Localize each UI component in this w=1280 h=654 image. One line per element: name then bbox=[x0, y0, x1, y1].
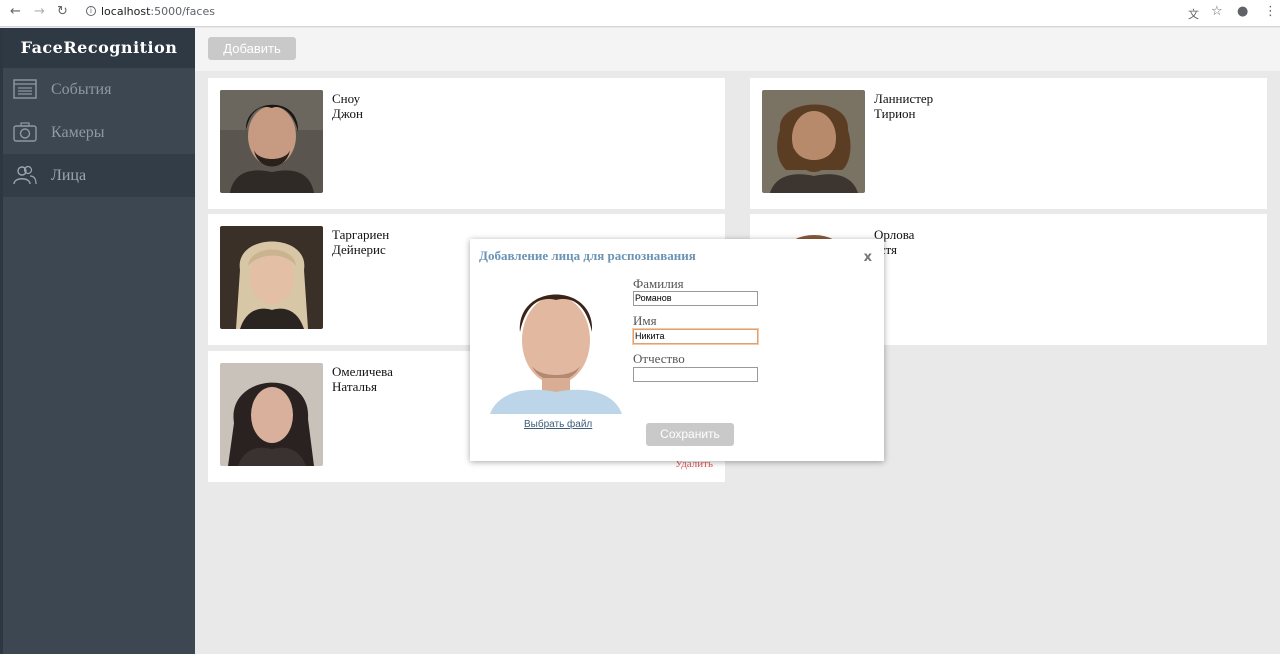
sidebar-item-label: Лица bbox=[51, 167, 87, 184]
account-icon[interactable]: ● bbox=[1237, 4, 1248, 19]
toolbar: Добавить bbox=[195, 28, 1280, 71]
face-name: Дейнерис bbox=[332, 242, 386, 257]
sidebar-item-label: События bbox=[51, 81, 112, 98]
back-icon[interactable]: ← bbox=[10, 4, 21, 19]
brand-logo[interactable]: FaceRecognition bbox=[3, 28, 195, 68]
add-face-button[interactable]: Добавить bbox=[208, 37, 296, 60]
url-path: :5000/faces bbox=[150, 5, 215, 18]
name-field[interactable]: Никита bbox=[633, 329, 758, 344]
face-photo bbox=[220, 226, 323, 329]
people-icon bbox=[13, 165, 37, 185]
face-surname: Сноу bbox=[332, 91, 361, 106]
choose-file-link[interactable]: Выбрать файл bbox=[524, 419, 592, 430]
face-card: Сноу Джон bbox=[208, 78, 725, 209]
sidebar-item-cameras[interactable]: Камеры bbox=[3, 111, 195, 154]
face-name: Наталья bbox=[332, 379, 377, 394]
patronymic-label: Отчество bbox=[633, 351, 685, 366]
patronymic-field[interactable] bbox=[633, 367, 758, 382]
face-card: Ланнистер Тирион bbox=[750, 78, 1267, 209]
more-icon[interactable]: ⋮ bbox=[1264, 4, 1277, 19]
name-label: Имя bbox=[633, 313, 657, 328]
reload-icon[interactable]: ↻ bbox=[57, 4, 68, 19]
add-face-dialog: Добавление лица для распознавания x Выбр… bbox=[470, 239, 884, 461]
site-info-icon[interactable]: i bbox=[86, 6, 96, 16]
save-button[interactable]: Сохранить bbox=[646, 423, 734, 446]
face-names: Ланнистер Тирион bbox=[874, 91, 933, 121]
sidebar-item-label: Камеры bbox=[51, 124, 105, 141]
star-icon[interactable]: ☆ bbox=[1211, 4, 1223, 19]
dialog-title: Добавление лица для распознавания bbox=[479, 248, 696, 263]
face-name: Джон bbox=[332, 106, 363, 121]
camera-icon bbox=[13, 122, 37, 142]
sidebar-item-events[interactable]: События bbox=[3, 68, 195, 111]
list-icon bbox=[13, 79, 37, 99]
browser-toolbar: ← → ↻ i localhost:5000/faces 文 ☆ ● ⋮ bbox=[0, 0, 1280, 27]
sidebar: FaceRecognition События Камеры Лица bbox=[0, 28, 195, 654]
forward-icon[interactable]: → bbox=[34, 4, 45, 19]
surname-field[interactable]: Романов bbox=[633, 291, 758, 306]
face-name: Тирион bbox=[874, 106, 916, 121]
face-surname: Таргариен bbox=[332, 227, 390, 242]
face-photo bbox=[220, 90, 323, 193]
address-bar[interactable]: localhost:5000/faces bbox=[101, 5, 215, 18]
face-names: Таргариен Дейнерис bbox=[332, 227, 389, 257]
url-host: localhost bbox=[101, 5, 151, 18]
face-surname: Омеличева bbox=[332, 364, 393, 379]
surname-label: Фамилия bbox=[633, 276, 684, 291]
close-icon[interactable]: x bbox=[864, 250, 872, 265]
face-surname: Ланнистер bbox=[874, 91, 934, 106]
preview-photo bbox=[486, 274, 626, 414]
sidebar-item-faces[interactable]: Лица bbox=[3, 154, 195, 197]
face-photo bbox=[220, 363, 323, 466]
face-names: Сноу Джон bbox=[332, 91, 363, 121]
translate-icon[interactable]: 文 bbox=[1188, 6, 1199, 22]
face-names: Омеличева Наталья bbox=[332, 364, 393, 394]
face-photo bbox=[762, 90, 865, 193]
